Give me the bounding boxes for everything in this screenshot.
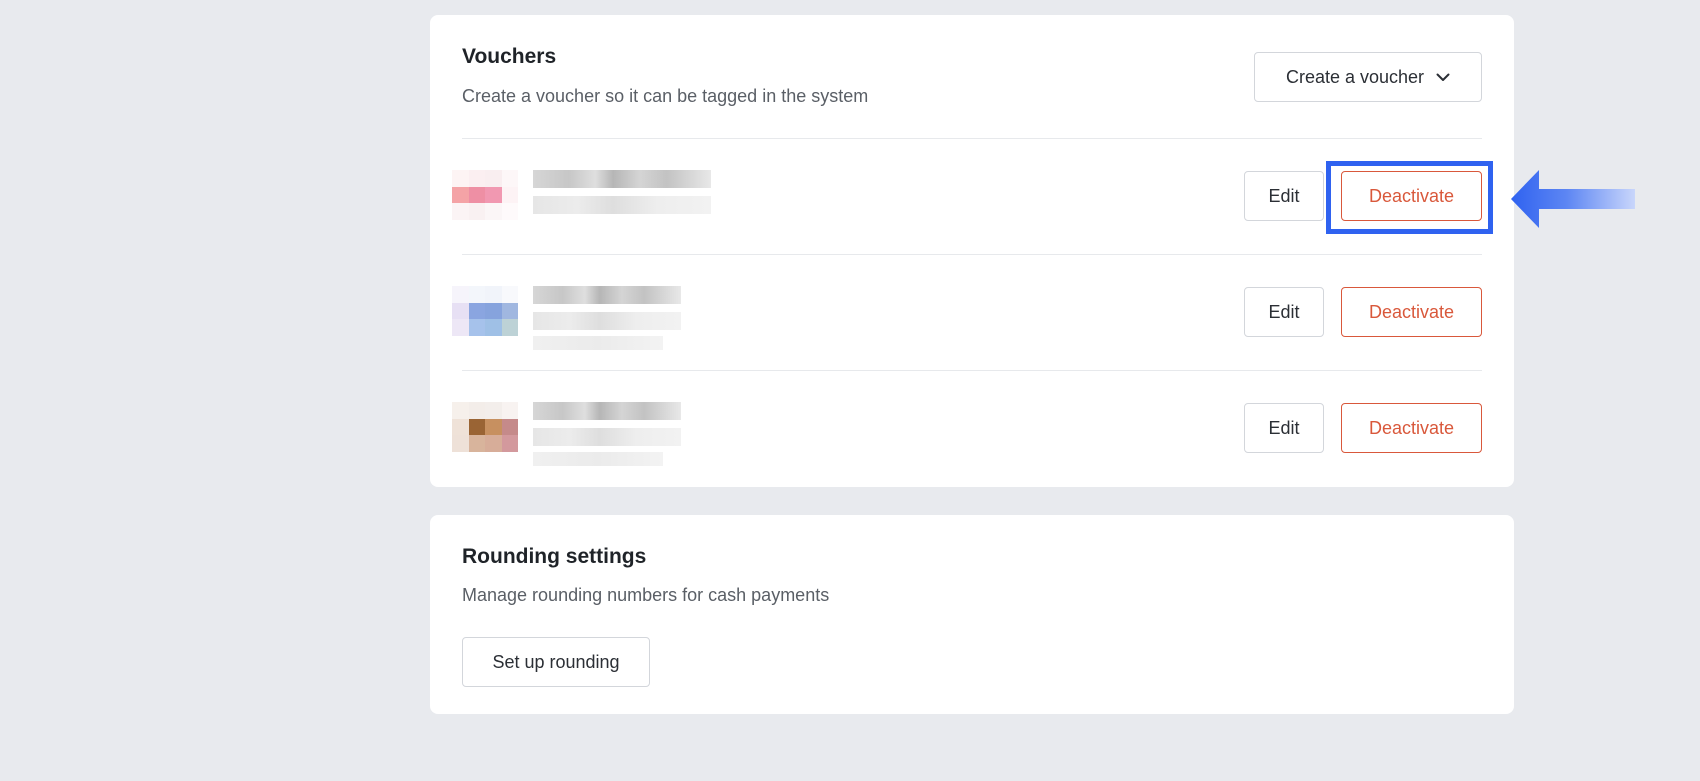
thumbnail-pixel (452, 170, 469, 187)
thumbnail-pixel (468, 203, 485, 220)
create-voucher-button[interactable]: Create a voucher (1254, 52, 1482, 102)
voucher-row: Edit Deactivate (430, 370, 1514, 486)
thumbnail-pixel (468, 186, 485, 204)
thumbnail-pixel (501, 418, 518, 436)
deactivate-button[interactable]: Deactivate (1341, 287, 1482, 337)
thumbnail-pixel (468, 402, 485, 419)
thumbnail-pixel (485, 170, 502, 187)
voucher-name-redacted (533, 170, 711, 188)
rounding-title: Rounding settings (462, 545, 647, 568)
thumbnail-pixel (452, 418, 469, 436)
thumbnail-pixel (485, 286, 502, 303)
thumbnail-pixel (468, 286, 485, 303)
edit-button[interactable]: Edit (1244, 287, 1324, 337)
thumbnail-pixel (468, 319, 485, 336)
thumbnail-pixel (501, 319, 518, 336)
thumbnail-pixel (485, 435, 502, 452)
thumbnail-pixel (485, 302, 502, 320)
thumbnail-pixel (501, 402, 518, 419)
voucher-details-redacted (533, 312, 681, 330)
thumbnail-pixel (468, 435, 485, 452)
thumbnail-pixel (468, 302, 485, 320)
rounding-description: Manage rounding numbers for cash payment… (462, 585, 830, 605)
thumbnail-pixel (452, 186, 469, 204)
thumbnail-pixel (452, 286, 469, 303)
thumbnail-pixel (501, 186, 518, 204)
voucher-name-redacted (533, 286, 681, 304)
thumbnail-pixel (501, 286, 518, 303)
thumbnail-pixel (452, 319, 469, 336)
vouchers-card: Vouchers Create a voucher so it can be t… (430, 15, 1514, 487)
thumbnail-pixel (485, 418, 502, 436)
rounding-settings-card: Rounding settings Manage rounding number… (430, 515, 1514, 714)
edit-button[interactable]: Edit (1244, 403, 1324, 453)
voucher-details-redacted (533, 428, 681, 446)
thumbnail-pixel (501, 203, 518, 220)
thumbnail-pixel (501, 302, 518, 320)
thumbnail-pixel (485, 402, 502, 419)
edit-button[interactable]: Edit (1244, 171, 1324, 221)
voucher-name-redacted (533, 402, 681, 420)
thumbnail-pixel (485, 319, 502, 336)
pointer-arrow-icon (1511, 170, 1635, 228)
vouchers-title: Vouchers (462, 45, 557, 68)
thumbnail-pixel (501, 435, 518, 452)
thumbnail-pixel (485, 203, 502, 220)
voucher-thumbnail (452, 402, 518, 452)
thumbnail-pixel (452, 302, 469, 320)
thumbnail-pixel (468, 170, 485, 187)
chevron-down-icon (1436, 73, 1450, 81)
vouchers-description: Create a voucher so it can be tagged in … (462, 86, 869, 106)
voucher-details-redacted (533, 196, 711, 214)
highlight-box (1326, 161, 1493, 234)
create-voucher-label: Create a voucher (1285, 66, 1425, 87)
voucher-thumbnail (452, 170, 518, 220)
thumbnail-pixel (485, 186, 502, 204)
deactivate-button[interactable]: Deactivate (1341, 403, 1482, 453)
thumbnail-pixel (468, 418, 485, 436)
thumbnail-pixel (501, 170, 518, 187)
voucher-extra-redacted (533, 336, 663, 350)
voucher-thumbnail (452, 286, 518, 336)
voucher-row: Edit Deactivate (430, 254, 1514, 370)
thumbnail-pixel (452, 435, 469, 452)
set-up-rounding-button[interactable]: Set up rounding (462, 637, 650, 687)
thumbnail-pixel (452, 203, 469, 220)
thumbnail-pixel (452, 402, 469, 419)
voucher-extra-redacted (533, 452, 663, 466)
